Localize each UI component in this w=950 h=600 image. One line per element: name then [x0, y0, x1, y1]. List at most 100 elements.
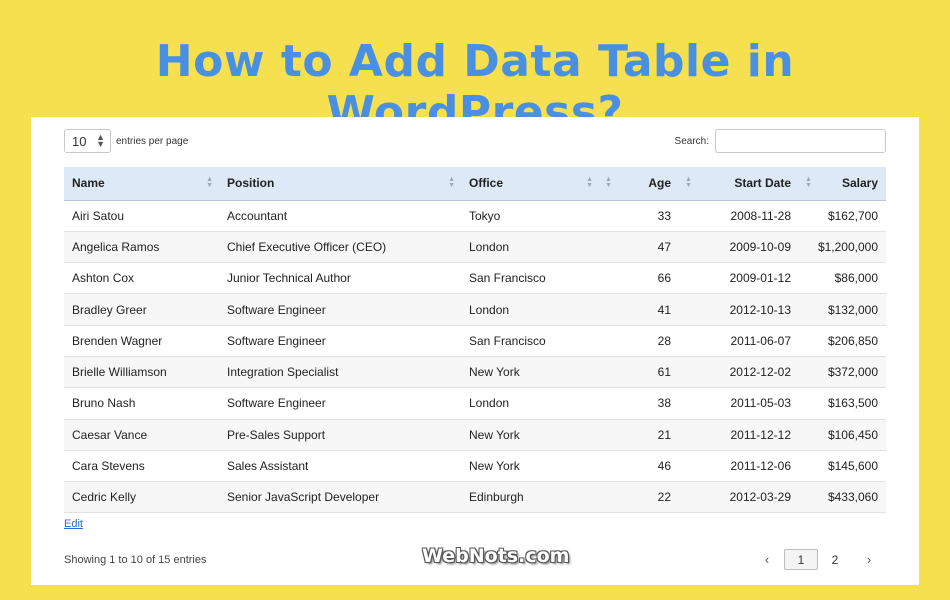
- table-cell-age: 41: [599, 293, 679, 326]
- table-cell-start-date: 2011-05-03: [679, 387, 799, 420]
- table-cell-name: Brielle Williamson: [64, 356, 219, 389]
- column-header-label: Office: [469, 176, 504, 191]
- table-row: Brenden Wagner Software Engineer San Franc…: [64, 325, 886, 357]
- sort-icon: ▲ ▼: [685, 176, 692, 190]
- column-header-salary[interactable]: Salary ▲ ▼: [799, 167, 886, 201]
- table-cell-name: Bruno Nash: [64, 387, 219, 420]
- table-cell-office: New York: [461, 450, 599, 483]
- table-cell-office: London: [461, 231, 599, 264]
- table-row: Bradley Greer Software Engineer London 41 20…: [64, 293, 886, 326]
- table-cell-salary: $372,000: [799, 356, 886, 389]
- table-cell-start-date: 2012-12-02: [679, 356, 799, 389]
- table-cell-office: New York: [461, 356, 599, 389]
- table-cell-start-date: 2012-03-29: [679, 481, 799, 514]
- table-cell-age: 47: [599, 231, 679, 264]
- table-cell-position: Software Engineer: [219, 325, 461, 357]
- pagination-page-1[interactable]: 1: [784, 549, 818, 570]
- column-header-age[interactable]: Age ▲ ▼: [599, 167, 679, 201]
- up-down-chevron-icon: ▲ ▼: [96, 132, 105, 149]
- table-cell-salary: $132,000: [799, 293, 886, 326]
- table-cell-name: Ashton Cox: [64, 262, 219, 295]
- column-header-position[interactable]: Position ▲ ▼: [219, 167, 461, 201]
- table-cell-name: Airi Satou: [64, 200, 219, 232]
- table-cell-start-date: 2011-12-06: [679, 450, 799, 483]
- table-row: Ashton Cox Junior Technical Author San Fra…: [64, 262, 886, 295]
- table-cell-start-date: 2008-11-28: [679, 200, 799, 232]
- pagination-next-button[interactable]: ›: [852, 549, 886, 570]
- column-header-label: Age: [648, 176, 671, 191]
- column-header-label: Position: [227, 176, 275, 191]
- column-header-start-date[interactable]: Start Date ▲ ▼: [679, 167, 799, 201]
- entries-per-page-value: 10: [72, 133, 87, 149]
- table-cell-position: Senior JavaScript Developer: [219, 481, 461, 514]
- table-cell-position: Pre-Sales Support: [219, 419, 461, 451]
- table-cell-salary: $1,200,000: [799, 231, 886, 264]
- edit-link[interactable]: Edit: [64, 518, 83, 530]
- table-cell-name: Cara Stevens: [64, 450, 219, 483]
- table-cell-age: 33: [599, 200, 679, 232]
- table-cell-start-date: 2009-01-12: [679, 262, 799, 295]
- table-cell-office: San Francisco: [461, 262, 599, 295]
- pagination: ‹ 1 2 ›: [750, 549, 886, 570]
- column-header-office[interactable]: Office ▲ ▼: [461, 167, 599, 201]
- table-cell-age: 46: [599, 450, 679, 483]
- column-header-label: Start Date: [734, 176, 791, 191]
- table-cell-name: Cedric Kelly: [64, 481, 219, 514]
- column-header-label: Name: [72, 176, 105, 191]
- table-cell-age: 28: [599, 325, 679, 357]
- table-cell-start-date: 2012-10-13: [679, 293, 799, 326]
- search-box: Search:: [675, 129, 886, 153]
- table-cell-position: Junior Technical Author: [219, 262, 461, 295]
- data-table: Name ▲ ▼ Position ▲ ▼ Office ▲ ▼ Age ▲ ▼ Start Date ▲…: [64, 167, 886, 514]
- sort-icon: ▲ ▼: [605, 176, 612, 190]
- table-cell-salary: $162,700: [799, 200, 886, 232]
- table-cell-position: Software Engineer: [219, 387, 461, 420]
- table-cell-position: Integration Specialist: [219, 356, 461, 389]
- pagination-page-2[interactable]: 2: [818, 549, 852, 570]
- table-row: Caesar Vance Pre-Sales Support New York 21 2…: [64, 419, 886, 451]
- table-row: Brielle Williamson Integration Specialist…: [64, 356, 886, 389]
- table-cell-position: Chief Executive Officer (CEO): [219, 231, 461, 264]
- sort-icon: ▲ ▼: [586, 176, 593, 190]
- table-cell-age: 38: [599, 387, 679, 420]
- column-header-name[interactable]: Name ▲ ▼: [64, 167, 219, 201]
- table-row: Cara Stevens Sales Assistant New York 46 201…: [64, 450, 886, 483]
- table-cell-salary: $163,500: [799, 387, 886, 420]
- table-body: Airi Satou Accountant Tokyo 33 2008-11-28 $16…: [64, 200, 886, 514]
- table-row: Airi Satou Accountant Tokyo 33 2008-11-28 $16…: [64, 200, 886, 232]
- table-cell-office: London: [461, 387, 599, 420]
- table-cell-salary: $106,450: [799, 419, 886, 451]
- table-cell-name: Brenden Wagner: [64, 325, 219, 357]
- table-cell-salary: $433,060: [799, 481, 886, 514]
- search-label: Search:: [674, 135, 709, 147]
- column-header-label: Salary: [841, 176, 878, 191]
- table-cell-office: Tokyo: [461, 200, 599, 232]
- table-cell-office: London: [461, 293, 599, 326]
- table-header-row: Name ▲ ▼ Position ▲ ▼ Office ▲ ▼ Age ▲ ▼ Start Date ▲…: [64, 167, 886, 201]
- entries-per-page-select[interactable]: 10 ▲ ▼: [64, 129, 111, 153]
- table-cell-salary: $206,850: [799, 325, 886, 357]
- table-row: Cedric Kelly Senior JavaScript Developer E…: [64, 481, 886, 514]
- table-cell-position: Sales Assistant: [219, 450, 461, 483]
- table-cell-start-date: 2009-10-09: [679, 231, 799, 264]
- search-input[interactable]: [715, 129, 886, 153]
- table-row: Angelica Ramos Chief Executive Officer (C…: [64, 231, 886, 264]
- table-cell-age: 66: [599, 262, 679, 295]
- table-cell-office: Edinburgh: [461, 481, 599, 514]
- pagination-prev-button[interactable]: ‹: [750, 549, 784, 570]
- sort-icon: ▲ ▼: [448, 176, 455, 190]
- table-cell-office: New York: [461, 419, 599, 451]
- data-table-panel: 10 ▲ ▼ entries per page Search: Name ▲ ▼ Pos…: [31, 117, 919, 585]
- table-controls: 10 ▲ ▼ entries per page Search:: [64, 129, 886, 153]
- table-cell-position: Software Engineer: [219, 293, 461, 326]
- table-cell-start-date: 2011-12-12: [679, 419, 799, 451]
- table-cell-age: 21: [599, 419, 679, 451]
- sort-icon: ▲ ▼: [805, 176, 812, 190]
- table-cell-salary: $86,000: [799, 262, 886, 295]
- entries-per-page: 10 ▲ ▼ entries per page: [64, 129, 188, 153]
- table-cell-start-date: 2011-06-07: [679, 325, 799, 357]
- table-cell-name: Bradley Greer: [64, 293, 219, 326]
- table-cell-position: Accountant: [219, 200, 461, 232]
- entries-per-page-label: entries per page: [116, 135, 189, 147]
- webnots-watermark: WebNots.com: [422, 545, 570, 567]
